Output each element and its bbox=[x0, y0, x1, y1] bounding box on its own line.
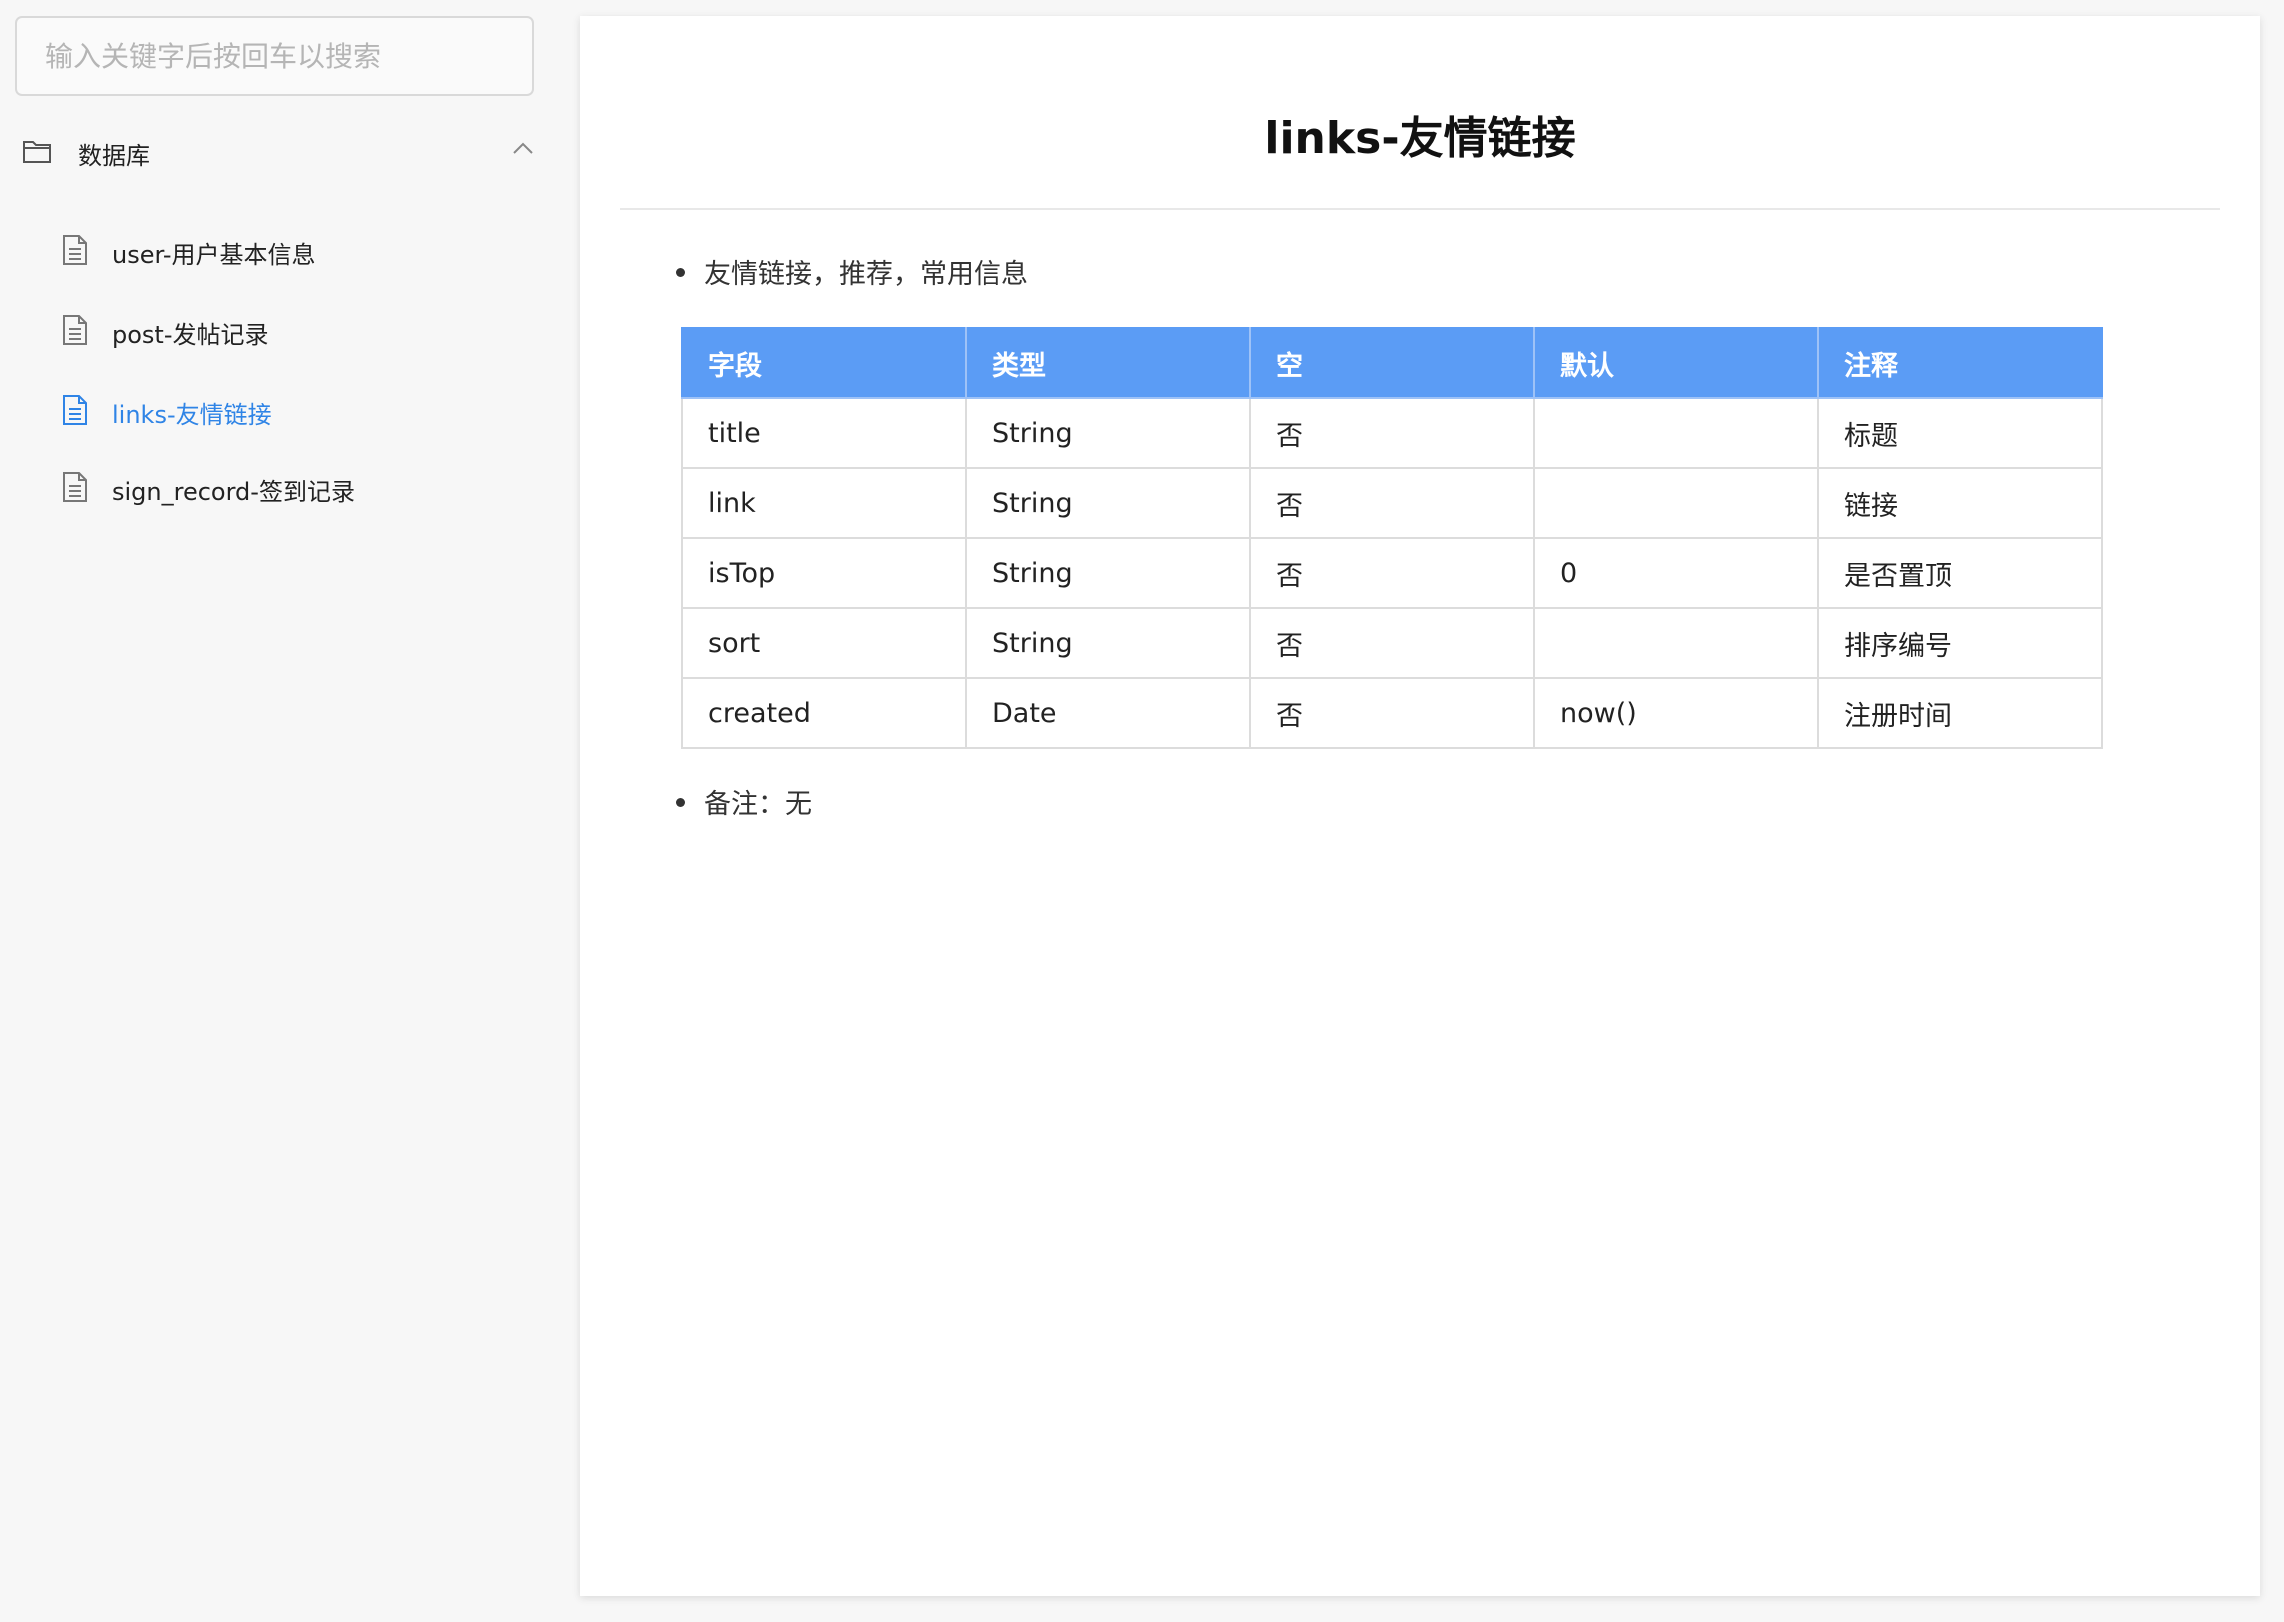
table-cell: created bbox=[681, 677, 967, 749]
chevron-up-icon[interactable] bbox=[512, 140, 534, 159]
sidebar-item-post[interactable]: post-发帖记录 bbox=[62, 310, 532, 354]
description-text: 友情链接，推荐，常用信息 bbox=[704, 259, 1028, 290]
table-cell: link bbox=[681, 467, 967, 539]
table-cell: 注册时间 bbox=[1817, 677, 2103, 749]
sidebar-folder-database[interactable]: 数据库 bbox=[22, 128, 534, 178]
column-header: 字段 bbox=[681, 327, 967, 399]
page-title: links-友情链接 bbox=[1264, 113, 1576, 164]
search-input[interactable] bbox=[45, 39, 532, 73]
table-cell: 否 bbox=[1249, 607, 1535, 679]
column-header: 默认 bbox=[1533, 327, 1819, 399]
table-cell bbox=[1533, 467, 1819, 539]
bullet-dot bbox=[676, 797, 685, 807]
sidebar-item-sign-record[interactable]: sign_record-签到记录 bbox=[62, 467, 532, 511]
table-cell: 是否置顶 bbox=[1817, 537, 2103, 609]
column-header: 注释 bbox=[1817, 327, 2103, 399]
sidebar: 数据库 user-用户基本信息 post-发帖记录 bbox=[0, 0, 560, 1622]
description-item: 友情链接，推荐，常用信息 bbox=[676, 252, 1028, 291]
note-item: 备注：无 bbox=[676, 782, 812, 821]
search-box bbox=[15, 16, 534, 96]
table-row: sort String 否 排序编号 bbox=[681, 607, 2103, 679]
table-row: isTop String 否 0 是否置顶 bbox=[681, 537, 2103, 609]
column-header: 类型 bbox=[965, 327, 1251, 399]
divider bbox=[620, 208, 2220, 210]
sidebar-item-user[interactable]: user-用户基本信息 bbox=[62, 230, 532, 274]
table-cell: sort bbox=[681, 607, 967, 679]
table-cell: now() bbox=[1533, 677, 1819, 749]
table-cell bbox=[1533, 397, 1819, 469]
table-cell: 否 bbox=[1249, 467, 1535, 539]
document-icon bbox=[62, 314, 88, 350]
table-cell: 0 bbox=[1533, 537, 1819, 609]
content-panel: links-友情链接 友情链接，推荐，常用信息 字段 类型 空 默认 注释 ti… bbox=[580, 16, 2260, 1596]
fields-table: 字段 类型 空 默认 注释 title String 否 标题 link Str… bbox=[681, 327, 2103, 749]
table-cell: Date bbox=[965, 677, 1251, 749]
table-cell bbox=[1533, 607, 1819, 679]
table-cell: String bbox=[965, 397, 1251, 469]
bullet-dot bbox=[676, 267, 685, 277]
table-row: created Date 否 now() 注册时间 bbox=[681, 677, 2103, 749]
document-icon bbox=[62, 234, 88, 270]
document-icon bbox=[62, 471, 88, 507]
table-cell: 链接 bbox=[1817, 467, 2103, 539]
sidebar-item-links[interactable]: links-友情链接 bbox=[62, 390, 532, 434]
table-cell: String bbox=[965, 467, 1251, 539]
note-text: 备注：无 bbox=[704, 789, 812, 820]
table-cell: String bbox=[965, 537, 1251, 609]
table-cell: 否 bbox=[1249, 537, 1535, 609]
table-cell: 排序编号 bbox=[1817, 607, 2103, 679]
table-row: title String 否 标题 bbox=[681, 397, 2103, 469]
column-header: 空 bbox=[1249, 327, 1535, 399]
table-header-row: 字段 类型 空 默认 注释 bbox=[681, 327, 2103, 399]
table-cell: String bbox=[965, 607, 1251, 679]
sidebar-item-label: links-友情链接 bbox=[112, 400, 272, 429]
table-cell: isTop bbox=[681, 537, 967, 609]
table-cell: title bbox=[681, 397, 967, 469]
table-cell: 否 bbox=[1249, 677, 1535, 749]
table-cell: 标题 bbox=[1817, 397, 2103, 469]
folder-icon bbox=[22, 138, 52, 168]
document-icon bbox=[62, 394, 88, 430]
table-cell: 否 bbox=[1249, 397, 1535, 469]
sidebar-item-label: sign_record-签到记录 bbox=[112, 477, 355, 506]
sidebar-item-label: user-用户基本信息 bbox=[112, 240, 316, 269]
table-row: link String 否 链接 bbox=[681, 467, 2103, 539]
sidebar-item-label: post-发帖记录 bbox=[112, 320, 269, 349]
sidebar-folder-label: 数据库 bbox=[78, 141, 150, 170]
